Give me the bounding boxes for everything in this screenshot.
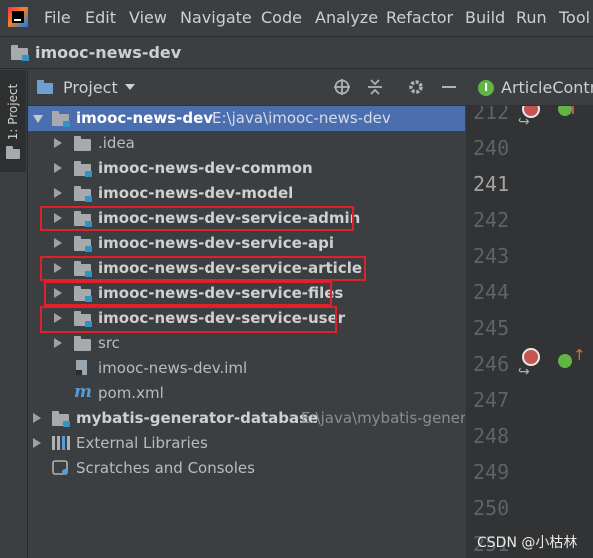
tree-row-label: External Libraries — [76, 434, 208, 452]
expand-arrow-icon[interactable] — [33, 115, 43, 123]
line-number: 245 — [473, 316, 510, 340]
editor-tab-article-controller[interactable]: I ArticleContro — [466, 69, 593, 106]
chevron-down-icon[interactable] — [125, 84, 135, 90]
tree-row-src[interactable]: src — [28, 331, 465, 356]
menu-run[interactable]: Run — [516, 8, 547, 27]
tree-row-label: imooc-news-dev — [76, 109, 214, 127]
tree-row-scratches[interactable]: Scratches and Consoles — [28, 456, 465, 481]
project-tree: imooc-news-dev E:\java\imooc-news-dev .i… — [28, 106, 465, 558]
tree-row-pom[interactable]: m pom.xml — [28, 381, 465, 406]
menu-edit[interactable]: Edit — [85, 8, 116, 27]
tree-row-label: .idea — [98, 134, 135, 152]
project-panel-header: Project — [28, 69, 465, 106]
up-arrow-icon: ↑ — [573, 346, 586, 364]
line-number: 242 — [473, 208, 510, 232]
menu-bar: File Edit View Navigate Code Analyze Ref… — [0, 0, 593, 37]
project-view-selector[interactable]: Project — [63, 78, 118, 97]
menu-tools[interactable]: Tool — [559, 8, 590, 27]
editor-gutter: 212 240 241 242 243 244 245 246 247 248 … — [466, 106, 593, 558]
collapse-all-icon[interactable] — [366, 78, 384, 96]
line-number: 243 — [473, 244, 510, 268]
implemented-icon[interactable] — [558, 106, 572, 116]
highlight-box-service-admin — [40, 206, 354, 231]
implemented-icon[interactable] — [558, 354, 572, 368]
navigate-arrow-icon[interactable]: ↪ — [518, 114, 530, 130]
tree-row-path: E:\java\mybatis-genera — [301, 409, 465, 427]
collapse-arrow-icon[interactable] — [54, 138, 62, 148]
tree-row-external-libraries[interactable]: External Libraries — [28, 431, 465, 456]
module-folder-icon — [52, 111, 70, 127]
minimize-icon[interactable] — [440, 78, 458, 96]
tree-row-label: src — [98, 334, 120, 352]
crosshair-icon[interactable] — [333, 78, 351, 96]
menu-file[interactable]: File — [44, 8, 71, 27]
collapse-arrow-icon[interactable] — [54, 163, 62, 173]
tree-row-label: imooc-news-dev-common — [98, 159, 313, 177]
scratches-icon — [52, 460, 70, 476]
maven-icon: m — [74, 382, 92, 402]
tree-row-model[interactable]: imooc-news-dev-model — [28, 181, 465, 206]
collapse-arrow-icon[interactable] — [54, 238, 62, 248]
tree-row-label: imooc-news-dev-model — [98, 184, 294, 202]
navigate-arrow-icon[interactable]: ↪ — [518, 364, 530, 380]
tree-row-label: Scratches and Consoles — [76, 459, 255, 477]
project-tab-label: 1: Project — [6, 83, 20, 141]
up-arrow-icon — [572, 106, 574, 114]
highlight-box-service-files — [44, 281, 332, 306]
line-number: 246 — [473, 352, 510, 376]
tree-row-iml[interactable]: imooc-news-dev.iml — [28, 356, 465, 381]
folder-icon — [74, 336, 91, 351]
menu-refactor[interactable]: Refactor — [386, 8, 453, 27]
folder-icon — [74, 136, 91, 151]
module-folder-icon — [74, 186, 92, 202]
iml-file-icon — [76, 360, 87, 375]
project-view-icon — [37, 80, 53, 94]
collapse-arrow-icon[interactable] — [33, 438, 41, 448]
tree-row-label: pom.xml — [98, 384, 164, 402]
highlight-box-service-article — [40, 256, 366, 281]
module-folder-icon — [74, 161, 92, 177]
menu-view[interactable]: View — [129, 8, 167, 27]
line-number: 248 — [473, 424, 510, 448]
module-folder-icon — [11, 45, 29, 61]
tree-row-service-api[interactable]: imooc-news-dev-service-api — [28, 231, 465, 256]
line-number: 250 — [473, 496, 510, 520]
menu-analyze[interactable]: Analyze — [315, 8, 378, 27]
tree-row-imooc-news-dev[interactable]: imooc-news-dev E:\java\imooc-news-dev — [28, 106, 465, 131]
line-number-current: 241 — [473, 172, 510, 196]
intellij-logo-icon — [8, 7, 28, 27]
tree-row-idea[interactable]: .idea — [28, 131, 465, 156]
tree-row-label: mybatis-generator-database — [76, 409, 319, 427]
line-number: 244 — [473, 280, 510, 304]
tree-row-common[interactable]: imooc-news-dev-common — [28, 156, 465, 181]
tree-row-mybatis-generator[interactable]: mybatis-generator-database E:\java\mybat… — [28, 406, 465, 431]
editor-tab-label: ArticleContro — [501, 78, 593, 97]
tree-row-label: imooc-news-dev.iml — [98, 359, 248, 377]
folder-icon — [6, 146, 20, 159]
breadcrumb: imooc-news-dev — [0, 37, 593, 69]
line-number: 249 — [473, 460, 510, 484]
collapse-arrow-icon[interactable] — [33, 413, 41, 423]
line-number: 240 — [473, 136, 510, 160]
line-number: 247 — [473, 388, 510, 412]
menu-navigate[interactable]: Navigate — [180, 8, 252, 27]
project-tool-window-tab[interactable]: 1: Project — [0, 70, 26, 172]
library-icon — [52, 436, 70, 450]
module-folder-icon — [74, 236, 92, 252]
watermark: CSDN @小枯林 — [477, 535, 578, 551]
breadcrumb-project[interactable]: imooc-news-dev — [35, 43, 181, 62]
tree-row-label: imooc-news-dev-service-api — [98, 234, 334, 252]
collapse-arrow-icon[interactable] — [54, 338, 62, 348]
menu-code[interactable]: Code — [261, 8, 302, 27]
line-number: 212 — [473, 106, 510, 124]
menu-build[interactable]: Build — [465, 8, 505, 27]
interface-icon: I — [478, 80, 494, 96]
gear-icon[interactable] — [407, 78, 425, 96]
highlight-box-service-user — [40, 306, 337, 333]
tree-row-path: E:\java\imooc-news-dev — [212, 109, 391, 127]
collapse-arrow-icon[interactable] — [54, 188, 62, 198]
module-folder-icon — [52, 411, 70, 427]
